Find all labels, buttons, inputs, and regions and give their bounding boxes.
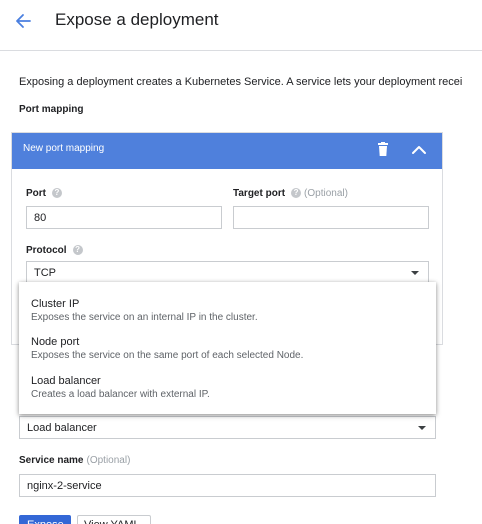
service-type-select[interactable]: Load balancer [19, 416, 436, 439]
port-label: Port? [26, 188, 62, 199]
protocol-label-text: Protocol [26, 245, 67, 256]
protocol-value: TCP [34, 267, 56, 279]
protocol-label: Protocol? [26, 245, 83, 256]
header-divider [0, 50, 482, 51]
menu-item-title: Node port [31, 336, 80, 348]
expose-button[interactable]: Expose [19, 515, 71, 524]
target-port-label: Target port? (Optional) [233, 188, 348, 199]
protocol-select[interactable]: TCP [26, 261, 429, 284]
caret-down-icon [418, 426, 426, 430]
menu-item-title: Cluster IP [31, 298, 80, 310]
chevron-up-icon[interactable] [410, 141, 428, 159]
menu-item-load-balancer[interactable]: Load balancer Creates a load balancer wi… [19, 366, 436, 404]
optional-hint: (Optional) [304, 188, 348, 199]
service-name-input[interactable]: nginx-2-service [19, 474, 436, 497]
service-type-menu: Cluster IP Exposes the service on an int… [19, 282, 436, 414]
service-type-value: Load balancer [27, 422, 97, 434]
menu-item-description: Exposes the service on an internal IP in… [31, 312, 258, 323]
menu-item-title: Load balancer [31, 375, 101, 387]
intro-text: Exposing a deployment creates a Kubernet… [19, 76, 463, 88]
service-name-label-text: Service name [19, 455, 84, 466]
card-header[interactable]: New port mapping [12, 133, 442, 169]
service-name-label: Service name (Optional) [19, 455, 130, 466]
caret-down-icon [411, 271, 419, 275]
target-port-label-text: Target port [233, 188, 286, 199]
menu-item-description: Creates a load balancer with external IP… [31, 389, 210, 400]
optional-hint: (Optional) [86, 455, 131, 466]
port-label-text: Port [26, 188, 46, 199]
port-mapping-section-label: Port mapping [19, 104, 84, 115]
page-title: Expose a deployment [55, 10, 219, 29]
help-icon[interactable]: ? [291, 188, 302, 199]
back-arrow-icon[interactable] [12, 10, 34, 32]
menu-item-node-port[interactable]: Node port Exposes the service on the sam… [19, 327, 436, 365]
view-yaml-button[interactable]: View YAML [77, 515, 151, 524]
help-icon[interactable]: ? [52, 188, 62, 199]
port-input[interactable]: 80 [26, 206, 222, 229]
target-port-input[interactable] [233, 206, 429, 229]
card-header-title: New port mapping [23, 143, 105, 154]
help-icon[interactable]: ? [72, 245, 83, 256]
menu-item-cluster-ip[interactable]: Cluster IP Exposes the service on an int… [19, 289, 436, 327]
menu-item-description: Exposes the service on the same port of … [31, 350, 304, 361]
trash-icon[interactable] [376, 142, 390, 158]
